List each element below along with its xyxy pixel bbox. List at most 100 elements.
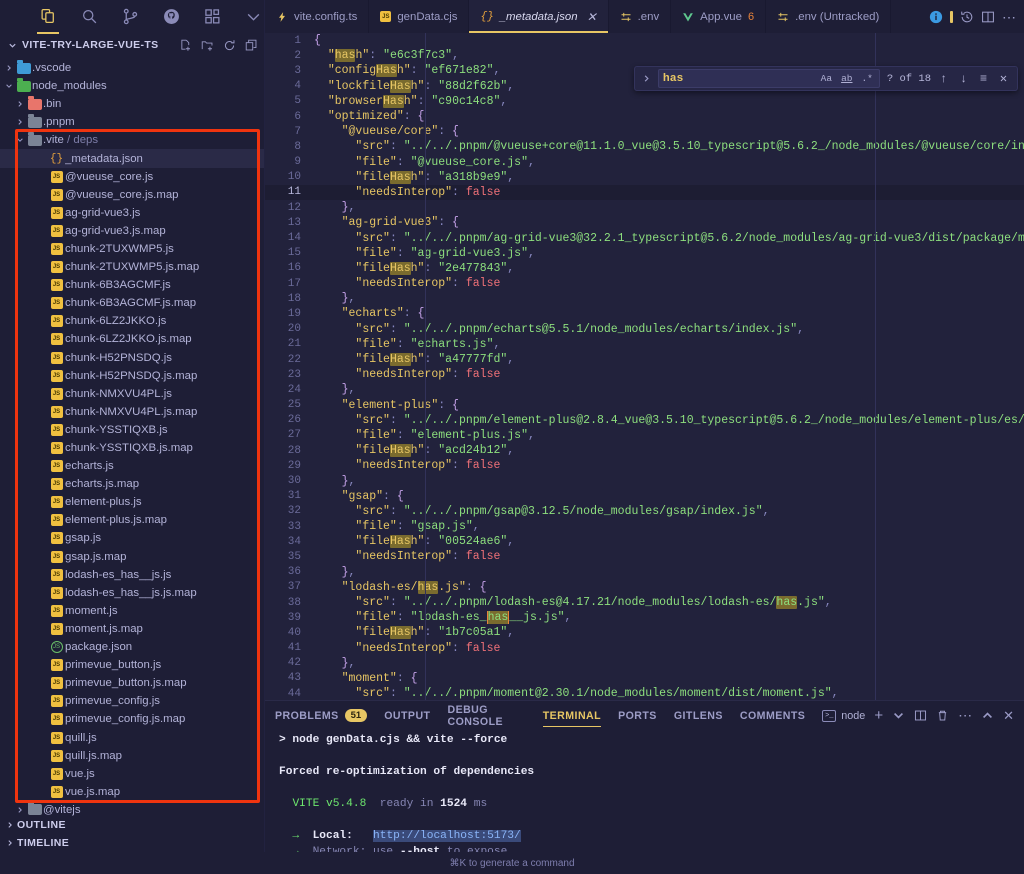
chevron-down-icon[interactable] bbox=[13, 136, 26, 144]
sidebar-section-timeline[interactable]: TIMELINE bbox=[0, 834, 264, 852]
chevron-right-icon[interactable] bbox=[13, 100, 26, 108]
activity-github-icon[interactable] bbox=[162, 6, 182, 28]
tree-file-row[interactable]: JS chunk-NMXVU4PL.js.map bbox=[0, 403, 264, 421]
editor-tab-env-untracked[interactable]: .env (Untracked) bbox=[766, 0, 892, 33]
activity-source-control-icon[interactable] bbox=[120, 6, 140, 28]
code-line[interactable]: 8 "src": "../../.pnpm/@vueuse+core@11.1.… bbox=[265, 139, 1024, 154]
chevron-down-icon[interactable] bbox=[2, 82, 15, 90]
kill-terminal-trash-icon[interactable] bbox=[936, 709, 949, 722]
tree-file-row[interactable]: JS vue.js bbox=[0, 765, 264, 783]
panel-tab-problems[interactable]: PROBLEMS 51 bbox=[275, 701, 368, 730]
find-next-button[interactable]: ↓ bbox=[956, 72, 971, 86]
tree-folder-row[interactable]: .pnpm bbox=[0, 113, 264, 131]
tree-file-row[interactable]: JS chunk-H52PNSDQ.js bbox=[0, 349, 264, 367]
match-case-icon[interactable]: Aa bbox=[819, 72, 834, 85]
tree-file-row[interactable]: JS @vueuse_core.js bbox=[0, 168, 264, 186]
code-line[interactable]: 39 "file": "lodash-es_has__js.js", bbox=[265, 610, 1024, 625]
tree-file-row[interactable]: JS primevue_button.js bbox=[0, 656, 264, 674]
code-editor[interactable]: has Aa ab .* ? of 18 ↑ ↓ ≡ ✕ 1 {2 "hash… bbox=[265, 33, 1024, 700]
code-line[interactable]: 24 }, bbox=[265, 382, 1024, 397]
tree-file-row[interactable]: JS element-plus.js.map bbox=[0, 511, 264, 529]
tree-file-row[interactable]: JS chunk-6B3AGCMF.js bbox=[0, 276, 264, 294]
split-terminal-icon[interactable] bbox=[914, 709, 927, 722]
code-line[interactable]: 9 "file": "@vueuse_core.js", bbox=[265, 155, 1024, 170]
panel-more-actions-icon[interactable]: ⋯ bbox=[958, 708, 972, 722]
panel-tab-ports[interactable]: PORTS bbox=[618, 701, 657, 730]
tree-file-row[interactable]: JS echarts.js bbox=[0, 457, 264, 475]
tree-file-row[interactable]: JS primevue_config.js.map bbox=[0, 710, 264, 728]
tree-file-row[interactable]: JS vue.js.map bbox=[0, 783, 264, 801]
code-line[interactable]: 22 "fileHash": "a47777fd", bbox=[265, 352, 1024, 367]
code-line[interactable]: 36 }, bbox=[265, 565, 1024, 580]
code-line[interactable]: 31 "gsap": { bbox=[265, 489, 1024, 504]
code-line[interactable]: 23 "needsInterop": false bbox=[265, 367, 1024, 382]
code-line[interactable]: 19 "echarts": { bbox=[265, 306, 1024, 321]
file-tree[interactable]: .vscode node_modules .bin .pnpm .vite / deps… bbox=[0, 57, 264, 816]
code-line[interactable]: 11 "needsInterop": false bbox=[265, 184, 1024, 201]
activity-search-icon[interactable] bbox=[79, 6, 99, 28]
find-in-selection-button[interactable]: ≡ bbox=[976, 72, 991, 86]
code-line[interactable]: 6 "optimized": { bbox=[265, 109, 1024, 124]
tree-file-row[interactable]: JS element-plus.js bbox=[0, 493, 264, 511]
panel-tab-output[interactable]: OUTPUT bbox=[384, 701, 430, 730]
panel-tab-debug-console[interactable]: DEBUG CONSOLE bbox=[447, 701, 525, 730]
code-line[interactable]: 25 "element-plus": { bbox=[265, 398, 1024, 413]
terminal-selector[interactable]: >_ node bbox=[822, 709, 865, 722]
editor-tab-gendata-cjs[interactable]: JS genData.cjs bbox=[369, 0, 470, 33]
code-line[interactable]: 38 "src": "../../.pnpm/lodash-es@4.17.21… bbox=[265, 595, 1024, 610]
code-line[interactable]: 10 "fileHash": "a318b9e9", bbox=[265, 170, 1024, 185]
code-line[interactable]: 29 "needsInterop": false bbox=[265, 458, 1024, 473]
tab-close-icon[interactable]: ✕ bbox=[587, 11, 597, 23]
explorer-header[interactable]: VITE-TRY-LARGE-VUE-TS bbox=[0, 33, 264, 57]
tree-file-row[interactable]: JS lodash-es_has__js.js bbox=[0, 566, 264, 584]
find-input[interactable]: has Aa ab .* bbox=[657, 69, 880, 88]
more-actions-icon[interactable]: ⋯ bbox=[1002, 10, 1016, 24]
code-line[interactable]: 33 "file": "gsap.js", bbox=[265, 519, 1024, 534]
chevron-right-icon[interactable] bbox=[2, 64, 15, 72]
code-line[interactable]: 7 "@vueuse/core": { bbox=[265, 124, 1024, 139]
editor-tab-app-vue[interactable]: App.vue 6 bbox=[671, 0, 767, 33]
tree-file-row[interactable]: JS primevue_button.js.map bbox=[0, 674, 264, 692]
code-line[interactable]: 32 "src": "../../.pnpm/gsap@3.12.5/node_… bbox=[265, 504, 1024, 519]
maximize-panel-chevron-up-icon[interactable] bbox=[981, 709, 994, 722]
editor-tab-vite-config-ts[interactable]: vite.config.ts bbox=[265, 0, 370, 33]
code-line[interactable]: 40 "fileHash": "1b7c05a1", bbox=[265, 625, 1024, 640]
tree-folder-row[interactable]: .vscode bbox=[0, 59, 264, 77]
editor-tab-metadata-json[interactable]: {} _metadata.json ✕ bbox=[469, 0, 609, 33]
activity-more-chevron-down-icon[interactable] bbox=[244, 6, 264, 28]
new-folder-icon[interactable] bbox=[201, 39, 214, 52]
code-line[interactable]: 5 "browserHash": "c90c14c8", bbox=[265, 94, 1024, 109]
refresh-icon[interactable] bbox=[223, 39, 236, 52]
tree-file-row[interactable]: JS chunk-2TUXWMP5.js bbox=[0, 240, 264, 258]
code-line[interactable]: 17 "needsInterop": false bbox=[265, 276, 1024, 291]
tree-file-row[interactable]: JS primevue_config.js bbox=[0, 692, 264, 710]
sidebar-section-outline[interactable]: OUTLINE bbox=[0, 816, 264, 834]
terminal-link[interactable]: http://localhost:5173/ bbox=[373, 830, 521, 842]
code-line[interactable]: 27 "file": "element-plus.js", bbox=[265, 428, 1024, 443]
code-line[interactable]: 16 "fileHash": "2e477843", bbox=[265, 261, 1024, 276]
code-line[interactable]: 42 }, bbox=[265, 656, 1024, 671]
tree-folder-row[interactable]: node_modules bbox=[0, 77, 264, 95]
code-line[interactable]: 30 }, bbox=[265, 473, 1024, 488]
panel-tab-terminal[interactable]: TERMINAL bbox=[542, 701, 602, 730]
activity-explorer-icon[interactable] bbox=[36, 6, 60, 34]
tree-file-row[interactable]: JS chunk-NMXVU4PL.js bbox=[0, 385, 264, 403]
code-line[interactable]: 28 "fileHash": "acd24b12", bbox=[265, 443, 1024, 458]
tree-file-row[interactable]: JS chunk-YSSTIQXB.js bbox=[0, 421, 264, 439]
tree-folder-row[interactable]: .bin bbox=[0, 95, 264, 113]
whole-word-icon[interactable]: ab bbox=[839, 72, 854, 85]
tree-file-row[interactable]: JS quill.js.map bbox=[0, 747, 264, 765]
tree-file-row[interactable]: JS moment.js.map bbox=[0, 620, 264, 638]
code-line[interactable]: 37 "lodash-es/has.js": { bbox=[265, 580, 1024, 595]
new-terminal-icon[interactable]: + bbox=[874, 708, 883, 723]
tree-file-row[interactable]: JS ag-grid-vue3.js.map bbox=[0, 222, 264, 240]
terminal-output[interactable]: > node genData.cjs && vite --force Forced… bbox=[265, 730, 1024, 852]
tree-file-row[interactable]: {} _metadata.json bbox=[0, 149, 264, 168]
panel-tab-gitlens[interactable]: GITLENS bbox=[674, 701, 723, 730]
tree-file-row[interactable]: JS chunk-6LZ2JKKO.js.map bbox=[0, 330, 264, 348]
tree-file-row[interactable]: JS echarts.js.map bbox=[0, 475, 264, 493]
close-panel-icon[interactable]: ✕ bbox=[1003, 709, 1014, 722]
tree-file-row[interactable]: JS moment.js bbox=[0, 602, 264, 620]
terminal-dropdown-chevron-down-icon[interactable] bbox=[892, 709, 905, 722]
tree-folder-row[interactable]: .vite / deps bbox=[0, 131, 264, 149]
